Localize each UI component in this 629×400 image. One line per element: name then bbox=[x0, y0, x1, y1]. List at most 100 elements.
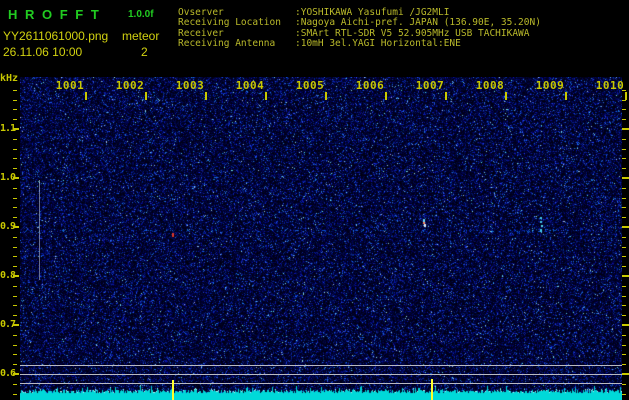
freq-minor-tick bbox=[13, 217, 17, 218]
freq-minor-tick-right bbox=[622, 315, 626, 316]
freq-minor-tick-right bbox=[622, 139, 626, 140]
time-tick bbox=[385, 92, 387, 100]
freq-minor-tick-right bbox=[622, 296, 626, 297]
freq-minor-tick bbox=[13, 149, 17, 150]
freq-minor-tick bbox=[13, 168, 17, 169]
freq-minor-tick-right bbox=[622, 345, 626, 346]
time-label-1010: 1010 bbox=[595, 79, 625, 92]
datetime-label: 26.11.06 10:00 bbox=[3, 45, 83, 59]
reference-line bbox=[20, 383, 622, 384]
freq-major-tick bbox=[13, 373, 19, 375]
station-row-label: Receiving Antenna bbox=[178, 38, 276, 50]
freq-major-tick-right bbox=[622, 324, 629, 326]
station-row: Receiving Antenna:10mH 3el.YAGI Horizont… bbox=[178, 38, 541, 50]
spectrogram-canvas bbox=[20, 77, 622, 400]
freq-minor-tick-right bbox=[622, 198, 626, 199]
reference-line bbox=[20, 374, 622, 375]
freq-minor-tick bbox=[13, 198, 17, 199]
freq-label-1.1: 1.1 bbox=[0, 123, 16, 134]
freq-minor-tick-right bbox=[622, 354, 626, 355]
time-label-1002: 1002 bbox=[115, 79, 145, 92]
reference-line bbox=[20, 365, 622, 366]
app-title: H R O F F T bbox=[8, 7, 101, 22]
freq-label-0.6: 0.6 bbox=[0, 368, 16, 379]
freq-minor-tick-right bbox=[622, 384, 626, 385]
time-label-1008: 1008 bbox=[475, 79, 505, 92]
time-tick bbox=[625, 92, 627, 100]
freq-minor-tick bbox=[13, 345, 17, 346]
freq-minor-tick-right bbox=[622, 256, 626, 257]
freq-minor-tick-right bbox=[622, 217, 626, 218]
freq-label-0.8: 0.8 bbox=[0, 270, 16, 281]
freq-minor-tick bbox=[13, 100, 17, 101]
station-info: Ovserver:YOSHIKAWA Yasufumi /JG2MLI Recei… bbox=[178, 7, 541, 50]
time-label-1006: 1006 bbox=[355, 79, 385, 92]
time-tick bbox=[565, 92, 567, 100]
time-label-1005: 1005 bbox=[295, 79, 325, 92]
freq-major-tick bbox=[13, 226, 19, 228]
freq-minor-tick-right bbox=[622, 247, 626, 248]
freq-minor-tick bbox=[13, 247, 17, 248]
time-label-1009: 1009 bbox=[535, 79, 565, 92]
freq-minor-tick-right bbox=[622, 237, 626, 238]
freq-minor-tick-right bbox=[622, 119, 626, 120]
freq-minor-tick bbox=[13, 237, 17, 238]
time-label-1001: 1001 bbox=[55, 79, 85, 92]
freq-minor-tick bbox=[13, 109, 17, 110]
time-label-1003: 1003 bbox=[175, 79, 205, 92]
freq-minor-tick bbox=[13, 364, 17, 365]
freq-major-tick bbox=[13, 177, 19, 179]
freq-major-tick-right bbox=[622, 373, 629, 375]
freq-minor-tick-right bbox=[622, 266, 626, 267]
app-version: 1.0.0f bbox=[128, 9, 154, 20]
time-tick bbox=[205, 92, 207, 100]
freq-minor-tick bbox=[13, 188, 17, 189]
output-filename: YY2611061000.png bbox=[3, 29, 109, 43]
echo-spike bbox=[172, 380, 174, 400]
freq-label-0.9: 0.9 bbox=[0, 221, 16, 232]
freq-major-tick bbox=[13, 324, 19, 326]
freq-minor-tick bbox=[13, 286, 17, 287]
freq-minor-tick bbox=[13, 256, 17, 257]
freq-major-tick-right bbox=[622, 177, 629, 179]
freq-minor-tick bbox=[13, 119, 17, 120]
freq-minor-tick bbox=[13, 139, 17, 140]
freq-minor-tick-right bbox=[622, 158, 626, 159]
freq-major-tick-right bbox=[622, 128, 629, 130]
freq-minor-tick-right bbox=[622, 149, 626, 150]
time-label-1007: 1007 bbox=[415, 79, 445, 92]
freq-minor-tick bbox=[13, 315, 17, 316]
mode-label: meteor bbox=[122, 29, 160, 43]
freq-minor-tick-right bbox=[622, 109, 626, 110]
hrofft-screen: H R O F F T 1.0.0f YY2611061000.png mete… bbox=[0, 0, 629, 400]
freq-minor-tick-right bbox=[622, 364, 626, 365]
freq-minor-tick-right bbox=[622, 335, 626, 336]
y-axis-unit-label: kHz bbox=[0, 73, 19, 84]
freq-minor-tick bbox=[13, 90, 17, 91]
freq-minor-tick-right bbox=[622, 207, 626, 208]
time-label-1004: 1004 bbox=[235, 79, 265, 92]
time-tick bbox=[145, 92, 147, 100]
freq-minor-tick bbox=[13, 158, 17, 159]
freq-minor-tick-right bbox=[622, 305, 626, 306]
time-tick bbox=[445, 92, 447, 100]
echo-spike bbox=[431, 379, 433, 400]
freq-label-1.0: 1.0 bbox=[0, 172, 16, 183]
freq-minor-tick bbox=[13, 384, 17, 385]
vertical-trace bbox=[39, 180, 40, 280]
freq-label-0.7: 0.7 bbox=[0, 319, 16, 330]
freq-minor-tick bbox=[13, 335, 17, 336]
freq-minor-tick bbox=[13, 266, 17, 267]
freq-minor-tick-right bbox=[622, 100, 626, 101]
freq-major-tick bbox=[13, 128, 19, 130]
freq-major-tick-right bbox=[622, 226, 629, 228]
freq-minor-tick bbox=[13, 207, 17, 208]
freq-minor-tick-right bbox=[622, 168, 626, 169]
time-tick bbox=[85, 92, 87, 100]
freq-minor-tick bbox=[13, 296, 17, 297]
echo-count: 2 bbox=[141, 45, 148, 59]
freq-minor-tick-right bbox=[622, 394, 626, 395]
freq-minor-tick-right bbox=[622, 286, 626, 287]
freq-minor-tick bbox=[13, 305, 17, 306]
freq-major-tick bbox=[13, 275, 19, 277]
